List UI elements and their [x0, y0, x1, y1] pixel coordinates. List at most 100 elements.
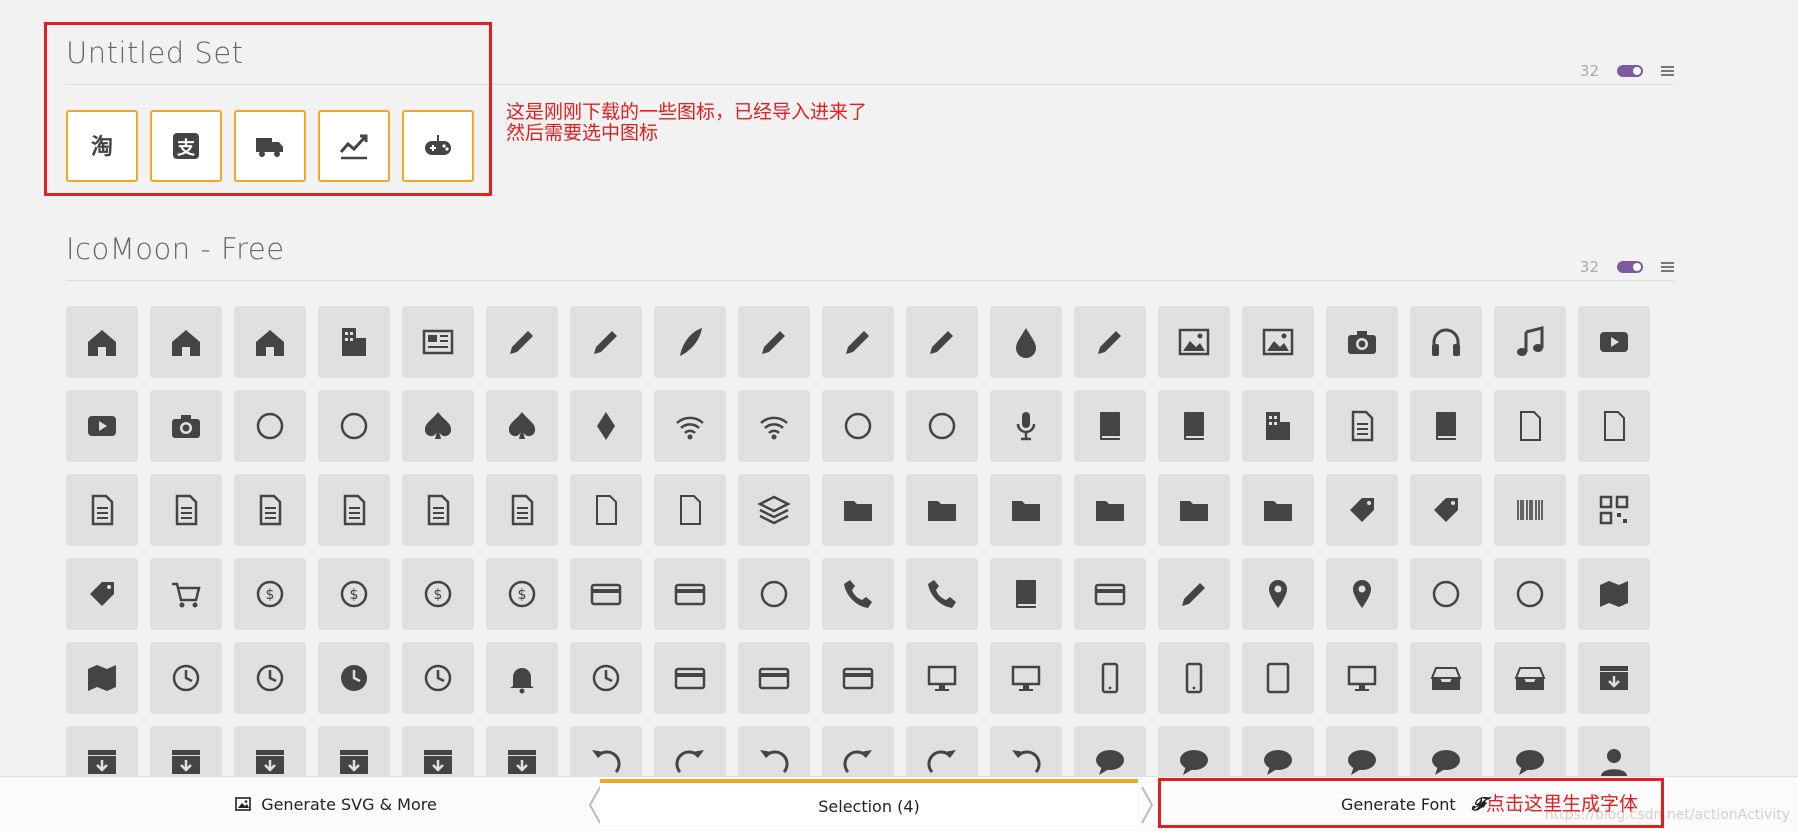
glyph-cell[interactable] [1158, 558, 1230, 630]
glyph-cell[interactable] [486, 390, 558, 462]
glyph-cell[interactable] [150, 642, 222, 714]
glyph-cell[interactable] [738, 390, 810, 462]
glyph-cell[interactable] [822, 558, 894, 630]
hamburger-menu-icon[interactable] [1661, 66, 1674, 76]
chevron-right-icon[interactable] [1138, 785, 1156, 825]
glyph-cell[interactable] [1578, 390, 1650, 462]
glyph-cell[interactable] [1326, 390, 1398, 462]
glyph-cell[interactable] [1326, 642, 1398, 714]
glyph-cell[interactable] [906, 642, 978, 714]
glyph-cell[interactable] [906, 390, 978, 462]
glyph-cell[interactable] [486, 642, 558, 714]
glyph-cell[interactable] [1326, 306, 1398, 378]
glyph-cell[interactable] [570, 558, 642, 630]
glyph-cell[interactable] [1326, 558, 1398, 630]
glyph-cell[interactable] [654, 642, 726, 714]
glyph-cell[interactable] [990, 306, 1062, 378]
glyph-cell[interactable] [990, 474, 1062, 546]
glyph-cell[interactable] [318, 390, 390, 462]
glyph-cell[interactable] [486, 474, 558, 546]
glyph-cell[interactable] [906, 558, 978, 630]
glyph-cell[interactable] [570, 306, 642, 378]
glyph-cell[interactable] [1578, 474, 1650, 546]
glyph-cell[interactable] [822, 390, 894, 462]
glyph-cell[interactable] [1410, 390, 1482, 462]
glyph-cell[interactable] [1578, 306, 1650, 378]
glyph-cell[interactable] [1074, 642, 1146, 714]
glyph-cell[interactable] [402, 390, 474, 462]
glyph-cell[interactable] [906, 474, 978, 546]
glyph-cell[interactable] [402, 306, 474, 378]
glyph-cell[interactable] [822, 474, 894, 546]
glyph-cell[interactable] [234, 306, 306, 378]
glyph-cell[interactable] [318, 474, 390, 546]
grid-size-count[interactable]: 32 [1569, 62, 1599, 80]
glyph-cell[interactable] [318, 306, 390, 378]
hamburger-menu-icon[interactable] [1661, 262, 1674, 272]
glyph-cell[interactable] [1326, 474, 1398, 546]
glyph-cell[interactable] [1242, 642, 1314, 714]
glyph-cell[interactable] [654, 558, 726, 630]
glyph-cell[interactable] [990, 390, 1062, 462]
glyph-cell[interactable] [1074, 558, 1146, 630]
grid-size-count[interactable]: 32 [1569, 258, 1599, 276]
glyph-cell[interactable] [318, 642, 390, 714]
glyph-cell[interactable] [1410, 306, 1482, 378]
glyph-cell[interactable] [150, 306, 222, 378]
glyph-cell[interactable] [822, 306, 894, 378]
glyph-cell[interactable] [1494, 558, 1566, 630]
glyph-cell[interactable] [234, 390, 306, 462]
glyph-cell[interactable] [66, 642, 138, 714]
glyph-cell[interactable]: $ [486, 558, 558, 630]
selection-tab[interactable]: Selection (4) [600, 779, 1138, 829]
glyph-cell[interactable] [570, 390, 642, 462]
glyph-cell[interactable] [1158, 390, 1230, 462]
glyph-cell[interactable] [738, 474, 810, 546]
glyph-cell[interactable]: $ [234, 558, 306, 630]
glyph-cell[interactable] [1074, 306, 1146, 378]
glyph-cell[interactable] [1494, 306, 1566, 378]
glyph-cell[interactable] [570, 474, 642, 546]
glyph-cell[interactable] [1158, 474, 1230, 546]
generate-svg-button[interactable]: Generate SVG & More [66, 777, 606, 831]
glyph-cell[interactable] [1158, 306, 1230, 378]
glyph-cell[interactable] [654, 306, 726, 378]
glyph-cell[interactable]: $ [402, 558, 474, 630]
glyph-cell[interactable] [402, 642, 474, 714]
glyph-cell[interactable] [1410, 474, 1482, 546]
glyph-cell[interactable] [1074, 390, 1146, 462]
glyph-cell[interactable] [570, 642, 642, 714]
glyph-cell[interactable] [66, 306, 138, 378]
glyph-cell[interactable] [990, 642, 1062, 714]
glyph-cell[interactable] [1242, 306, 1314, 378]
glyph-cell[interactable] [1074, 474, 1146, 546]
glyph-cell[interactable] [1578, 642, 1650, 714]
glyph-cell[interactable] [66, 558, 138, 630]
glyph-cell[interactable] [1410, 642, 1482, 714]
glyph-cell[interactable] [150, 474, 222, 546]
glyph-cell[interactable] [402, 474, 474, 546]
glyph-cell[interactable] [990, 558, 1062, 630]
glyph-cell[interactable] [1578, 558, 1650, 630]
glyph-cell[interactable] [906, 306, 978, 378]
glyph-cell[interactable]: $ [318, 558, 390, 630]
glyph-cell[interactable] [1242, 390, 1314, 462]
glyph-cell[interactable] [1242, 558, 1314, 630]
glyph-cell[interactable] [66, 390, 138, 462]
glyph-cell[interactable] [486, 306, 558, 378]
glyph-cell[interactable] [1494, 390, 1566, 462]
glyph-cell[interactable] [1158, 642, 1230, 714]
glyph-cell[interactable] [234, 474, 306, 546]
glyph-cell[interactable] [738, 558, 810, 630]
glyph-cell[interactable] [1494, 642, 1566, 714]
glyph-cell[interactable] [66, 474, 138, 546]
glyph-cell[interactable] [150, 390, 222, 462]
glyph-cell[interactable] [654, 474, 726, 546]
glyph-cell[interactable] [1242, 474, 1314, 546]
set-toggle[interactable] [1617, 261, 1643, 273]
glyph-cell[interactable] [234, 642, 306, 714]
glyph-cell[interactable] [654, 390, 726, 462]
glyph-cell[interactable] [1494, 474, 1566, 546]
glyph-cell[interactable] [738, 306, 810, 378]
glyph-cell[interactable] [822, 642, 894, 714]
